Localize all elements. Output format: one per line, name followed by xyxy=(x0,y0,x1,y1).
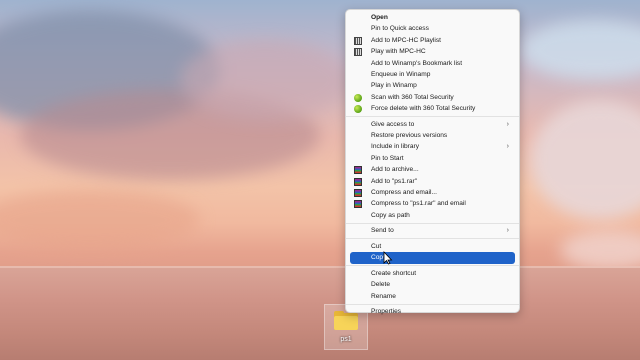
menu-item-delete[interactable]: Delete xyxy=(350,279,515,290)
menu-item-force-delete-with-360-total-security[interactable]: Force delete with 360 Total Security xyxy=(350,103,515,114)
winrar-icon xyxy=(354,177,362,186)
menu-item-compress-and-email[interactable]: Compress and email... xyxy=(350,187,515,198)
menu-item-label: Add to "ps1.rar" xyxy=(371,177,418,185)
menu-item-rename[interactable]: Rename xyxy=(350,291,515,302)
menu-item-cut[interactable]: Cut xyxy=(350,241,515,252)
menu-item-add-to-archive[interactable]: Add to archive... xyxy=(350,164,515,175)
menu-separator xyxy=(346,238,519,240)
menu-item-add-to-winamp-s-bookmark-list[interactable]: Add to Winamp's Bookmark list xyxy=(350,58,515,69)
chevron-right-icon: › xyxy=(506,120,509,128)
menu-item-label: Properties xyxy=(371,308,402,316)
winrar-icon xyxy=(354,189,362,198)
menu-item-open[interactable]: Open xyxy=(350,12,515,23)
menu-item-label: Include in library xyxy=(371,143,420,151)
menu-separator xyxy=(346,222,519,224)
menu-item-scan-with-360-total-security[interactable]: Scan with 360 Total Security xyxy=(350,92,515,103)
menu-item-label: Add to MPC-HC Playlist xyxy=(371,36,441,44)
menu-item-label: Compress and email... xyxy=(371,189,437,197)
menu-item-play-in-winamp[interactable]: Play in Winamp xyxy=(350,80,515,91)
menu-item-label: Send to xyxy=(371,227,394,235)
menu-item-label: Force delete with 360 Total Security xyxy=(371,105,476,113)
menu-item-restore-previous-versions[interactable]: Restore previous versions xyxy=(350,130,515,141)
360-security-icon xyxy=(354,105,362,114)
menu-item-label: Play with MPC-HC xyxy=(371,48,426,56)
menu-item-pin-to-quick-access[interactable]: Pin to Quick access xyxy=(350,23,515,34)
menu-item-label: Give access to xyxy=(371,120,415,128)
menu-item-label: Compress to "ps1.rar" and email xyxy=(371,200,466,208)
winrar-icon xyxy=(354,166,362,175)
menu-separator xyxy=(346,303,519,305)
menu-item-give-access-to[interactable]: Give access to › xyxy=(350,119,515,130)
menu-item-label: Pin to Start xyxy=(371,154,404,162)
menu-item-label: Enqueue in Winamp xyxy=(371,70,431,78)
menu-item-label: Add to archive... xyxy=(371,166,419,174)
menu-item-compress-to-ps1-rar-and-email[interactable]: Compress to "ps1.rar" and email xyxy=(350,198,515,209)
winrar-icon xyxy=(354,200,362,209)
menu-item-properties[interactable]: Properties xyxy=(350,306,515,317)
menu-item-label: Cut xyxy=(371,242,382,250)
mpc-hc-icon xyxy=(354,36,362,45)
menu-item-label: Play in Winamp xyxy=(371,82,417,90)
mouse-pointer-icon xyxy=(383,251,393,265)
menu-item-label: Delete xyxy=(371,281,391,289)
menu-separator xyxy=(346,265,519,267)
context-menu: Open Pin to Quick access Add to MPC-HC Pla… xyxy=(345,9,520,315)
menu-item-enqueue-in-winamp[interactable]: Enqueue in Winamp xyxy=(350,69,515,80)
mpc-hc-icon xyxy=(354,48,362,57)
menu-item-label: Open xyxy=(371,14,388,21)
menu-item-label: Copy as path xyxy=(371,211,410,219)
360-security-icon xyxy=(354,93,362,102)
menu-item-copy[interactable]: Copy xyxy=(350,252,515,264)
menu-item-label: Scan with 360 Total Security xyxy=(371,93,454,101)
menu-item-pin-to-start[interactable]: Pin to Start xyxy=(350,153,515,164)
menu-item-label: Create shortcut xyxy=(371,269,417,277)
menu-item-play-with-mpc-hc[interactable]: Play with MPC-HC xyxy=(350,46,515,57)
desktop-folder-label: ps1 xyxy=(340,336,352,343)
menu-item-label: Restore previous versions xyxy=(371,132,448,140)
menu-item-label: Pin to Quick access xyxy=(371,25,429,33)
menu-item-label: Rename xyxy=(371,292,396,300)
chevron-right-icon: › xyxy=(506,143,509,151)
menu-separator xyxy=(346,116,519,118)
menu-item-create-shortcut[interactable]: Create shortcut xyxy=(350,268,515,279)
menu-item-copy-as-path[interactable]: Copy as path xyxy=(350,210,515,221)
menu-item-add-to-ps1-rar[interactable]: Add to "ps1.rar" xyxy=(350,176,515,187)
menu-item-label: Add to Winamp's Bookmark list xyxy=(371,59,463,67)
menu-item-send-to[interactable]: Send to › xyxy=(350,225,515,236)
chevron-right-icon: › xyxy=(506,227,509,235)
menu-item-add-to-mpc-hc-playlist[interactable]: Add to MPC-HC Playlist xyxy=(350,35,515,46)
menu-item-include-in-library[interactable]: Include in library › xyxy=(350,141,515,152)
